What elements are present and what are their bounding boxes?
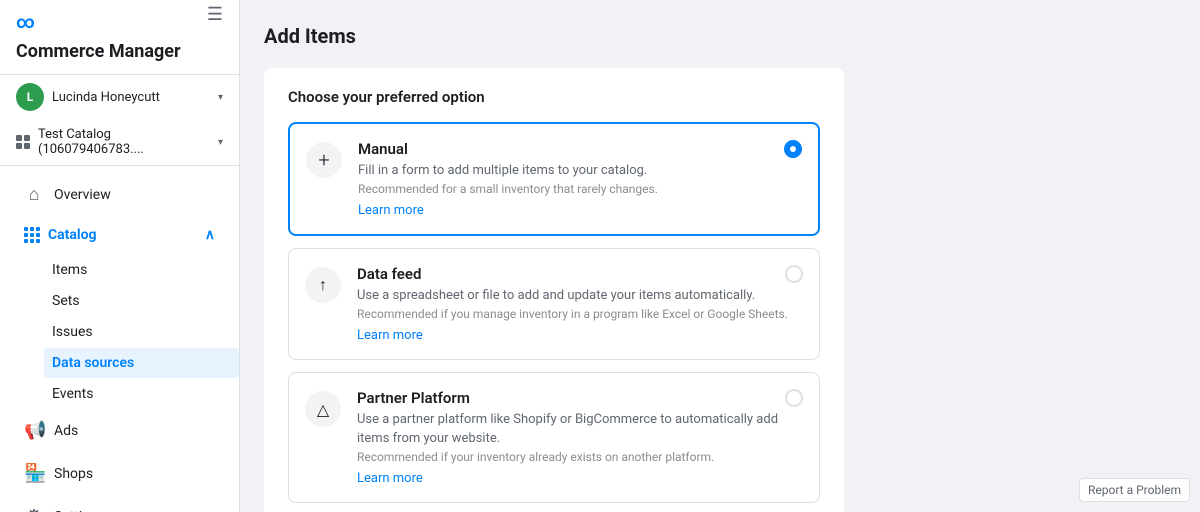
meta-logo: ∞ — [16, 12, 35, 33]
option-data-feed[interactable]: ↑ Data feed Use a spreadsheet or file to… — [288, 248, 820, 360]
shops-icon: 🏪 — [24, 463, 44, 484]
grid-icon — [16, 135, 30, 149]
manual-title: Manual — [358, 140, 802, 158]
partner-platform-content: Partner Platform Use a partner platform … — [357, 389, 803, 485]
ads-icon: 📢 — [24, 420, 44, 441]
sidebar-item-data-sources[interactable]: Data sources — [44, 348, 239, 378]
manual-radio — [784, 140, 802, 158]
sidebar-item-shops[interactable]: 🏪 Shops — [8, 453, 231, 494]
user-name: Lucinda Honeycutt — [52, 90, 210, 105]
data-feed-learn-more[interactable]: Learn more — [357, 328, 423, 343]
sidebar-item-ads[interactable]: 📢 Ads — [8, 410, 231, 451]
sidebar-item-sets[interactable]: Sets — [44, 286, 239, 316]
catalog-grid-icon — [24, 227, 38, 243]
catalog-selector[interactable]: Test Catalog (106079406783.... ▾ — [0, 119, 239, 166]
partner-platform-learn-more[interactable]: Learn more — [357, 471, 423, 486]
option-partner-platform[interactable]: △ Partner Platform Use a partner platfor… — [288, 372, 820, 502]
sidebar-item-events[interactable]: Events — [44, 379, 239, 409]
sidebar-item-ads-label: Ads — [54, 423, 78, 439]
home-icon: ⌂ — [24, 184, 44, 205]
catalog-collapse-icon: ∧ — [205, 227, 215, 243]
catalog-sub-nav: Items Sets Issues Data sources Events — [44, 255, 239, 409]
card-subtitle: Choose your preferred option — [288, 88, 820, 106]
manual-recommendation: Recommended for a small inventory that r… — [358, 182, 802, 196]
sidebar: ∞ ☰ Commerce Manager L Lucinda Honeycutt… — [0, 0, 240, 512]
data-feed-title: Data feed — [357, 265, 803, 283]
catalog-name: Test Catalog (106079406783.... — [38, 127, 210, 157]
sidebar-header: ∞ ☰ Commerce Manager — [0, 0, 239, 75]
manual-description: Fill in a form to add multiple items to … — [358, 162, 802, 180]
data-feed-content: Data feed Use a spreadsheet or file to a… — [357, 265, 803, 343]
option-manual[interactable]: + Manual Fill in a form to add multiple … — [288, 122, 820, 236]
nav-section: ⌂ Overview Catalog ∧ Items Sets Issues D… — [0, 166, 239, 512]
sidebar-item-shops-label: Shops — [54, 466, 93, 482]
manual-learn-more[interactable]: Learn more — [358, 203, 424, 218]
manual-content: Manual Fill in a form to add multiple it… — [358, 140, 802, 218]
sidebar-item-catalog[interactable]: Catalog ∧ — [8, 217, 231, 253]
sidebar-item-settings-label: Settings — [54, 509, 105, 512]
user-avatar: L — [16, 83, 44, 111]
partner-platform-description: Use a partner platform like Shopify or B… — [357, 411, 803, 447]
options-card: Choose your preferred option + Manual Fi… — [264, 68, 844, 512]
sidebar-item-catalog-label: Catalog — [48, 227, 195, 243]
sidebar-item-overview[interactable]: ⌂ Overview — [8, 174, 231, 215]
app-title: Commerce Manager — [16, 41, 223, 62]
user-profile-row[interactable]: L Lucinda Honeycutt ▾ — [0, 75, 239, 119]
sidebar-item-issues[interactable]: Issues — [44, 317, 239, 347]
user-chevron-icon: ▾ — [218, 92, 223, 103]
data-feed-description: Use a spreadsheet or file to add and upd… — [357, 287, 803, 305]
main-content: Add Items Choose your preferred option +… — [240, 0, 1200, 512]
report-problem[interactable]: Report a Problem — [1079, 478, 1190, 502]
hamburger-icon[interactable]: ☰ — [207, 4, 223, 25]
sidebar-item-items[interactable]: Items — [44, 255, 239, 285]
catalog-chevron-icon: ▾ — [218, 137, 223, 148]
data-feed-icon: ↑ — [305, 267, 341, 303]
page-title: Add Items — [264, 24, 1176, 48]
sidebar-item-overview-label: Overview — [54, 187, 111, 203]
partner-platform-title: Partner Platform — [357, 389, 803, 407]
manual-icon: + — [306, 142, 342, 178]
partner-platform-icon: △ — [305, 391, 341, 427]
sidebar-item-settings[interactable]: ⚙ Settings — [8, 496, 231, 512]
meta-logo-icon: ∞ — [16, 12, 35, 33]
partner-platform-recommendation: Recommended if your inventory already ex… — [357, 450, 803, 464]
settings-icon: ⚙ — [24, 506, 44, 512]
data-feed-recommendation: Recommended if you manage inventory in a… — [357, 307, 803, 321]
